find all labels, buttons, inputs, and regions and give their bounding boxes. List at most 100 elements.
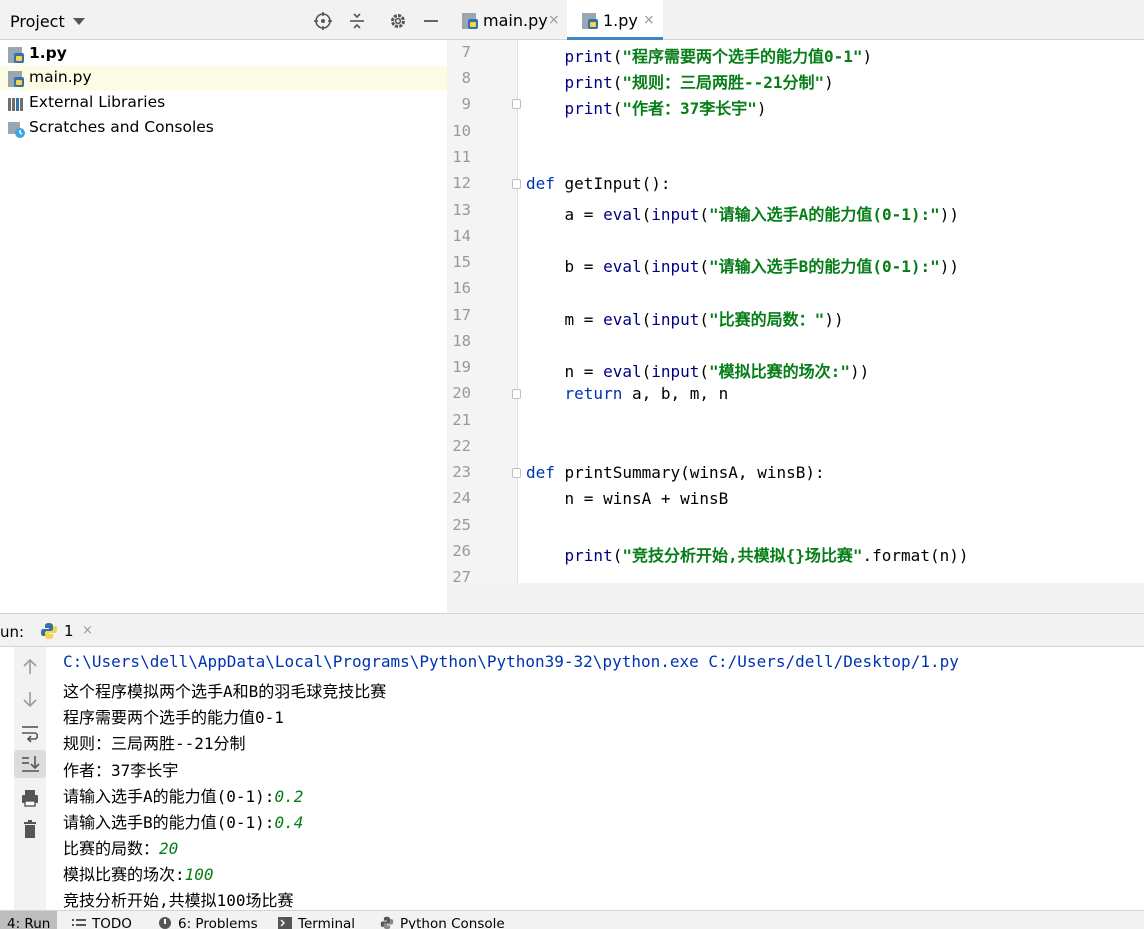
code-string: "规则：三局两胜--21分制": [622, 73, 825, 92]
tree-item-label: 1.py: [29, 44, 67, 62]
tree-item-1py[interactable]: 1.py: [0, 42, 447, 66]
collapse-all-icon[interactable]: [348, 12, 366, 30]
scroll-down-button[interactable]: [14, 685, 46, 713]
code-builtin: input: [651, 310, 700, 329]
console-output-line: 规则：三局两胜--21分制: [63, 734, 246, 753]
console-user-input: 100: [184, 865, 214, 884]
code-builtin: eval: [603, 310, 642, 329]
tool-button-problems[interactable]: 6: Problems: [156, 911, 266, 929]
code-text: .format(n)): [862, 546, 969, 565]
run-tab-label: 1: [64, 622, 74, 640]
code-text: (: [699, 362, 710, 381]
print-button[interactable]: [14, 784, 46, 812]
console-output-line: 这个程序模拟两个选手A和B的羽毛球竞技比赛: [63, 682, 387, 701]
code-text: a =: [564, 205, 604, 224]
console-user-input: 20: [159, 839, 179, 858]
code-line: b = eval(input("请输入选手B的能力值(0-1):")): [526, 253, 959, 277]
console-prompt: 请输入选手B的能力值(0-1):: [63, 813, 275, 832]
python-file-icon: [8, 71, 24, 87]
rerun-up-button[interactable]: [14, 653, 46, 681]
tree-item-scratches[interactable]: Scratches and Consoles: [0, 116, 447, 140]
line-number: 18: [452, 332, 471, 350]
chevron-down-icon[interactable]: [73, 18, 85, 25]
console-output-line: 程序需要两个选手的能力值0-1: [63, 708, 284, 727]
console-input-line: 请输入选手B的能力值(0-1):0.4: [63, 809, 303, 833]
code-string: "模拟比赛的场次:": [709, 362, 850, 381]
code-line: n = eval(input("模拟比赛的场次:")): [526, 358, 870, 382]
close-icon[interactable]: ×: [643, 12, 655, 28]
minimize-icon[interactable]: [422, 12, 440, 30]
code-text: (: [699, 257, 710, 276]
console-user-input: 0.4: [274, 813, 304, 832]
code-keyword: def: [526, 174, 555, 193]
code-text: printSummary(winsA, winsB):: [554, 463, 825, 482]
run-tab-1[interactable]: 1 ×: [36, 614, 96, 647]
list-icon: [72, 919, 86, 926]
line-number: 20: [452, 384, 471, 402]
run-toolbar: [14, 647, 46, 910]
tab-main-py[interactable]: main.py ×: [447, 0, 567, 39]
code-text: (: [612, 73, 623, 92]
code-string: "请输入选手B的能力值(0-1):": [709, 257, 940, 276]
tool-button-python-console[interactable]: Python Console: [378, 911, 508, 929]
code-text: n = winsA + winsB: [564, 489, 729, 508]
fold-marker-icon[interactable]: [512, 468, 521, 478]
scroll-to-end-button[interactable]: [14, 750, 46, 778]
line-number: 11: [452, 148, 471, 166]
tree-item-main-py[interactable]: main.py: [0, 66, 447, 90]
run-console[interactable]: C:\Users\dell\AppData\Local\Programs\Pyt…: [46, 647, 1144, 910]
tab-1-py[interactable]: 1.py ×: [567, 0, 663, 40]
line-number: 8: [461, 69, 471, 87]
gear-icon[interactable]: [389, 12, 407, 30]
line-number: 23: [452, 463, 471, 481]
python-file-icon: [582, 13, 598, 29]
line-number: 7: [461, 43, 471, 61]
code-editor[interactable]: 7 8 9 10 11 12 13 14 15 16 17 18 19 20 2…: [447, 40, 1144, 583]
code-text: a, b, m, n: [622, 384, 729, 403]
code-builtin: input: [651, 205, 700, 224]
code-keyword: return: [564, 384, 623, 403]
line-number: 15: [452, 253, 471, 271]
locate-icon[interactable]: [314, 12, 332, 30]
code-text: (: [641, 257, 652, 276]
run-panel-label: un:: [0, 623, 25, 641]
tool-button-todo[interactable]: TODO: [68, 911, 148, 929]
close-icon[interactable]: ×: [82, 623, 93, 638]
code-text: (: [699, 310, 710, 329]
close-icon[interactable]: ×: [548, 12, 560, 28]
run-panel-header: un: 1 ×: [0, 613, 1144, 647]
code-line: print("竞技分析开始,共模拟{}场比赛".format(n)): [526, 542, 969, 566]
tree-item-label: External Libraries: [29, 93, 166, 111]
line-number: 19: [452, 358, 471, 376]
code-line: print("规则：三局两胜--21分制"): [526, 69, 834, 93]
code-text: (: [641, 205, 652, 224]
code-text: ): [756, 99, 767, 118]
code-builtin: print: [564, 546, 613, 565]
code-line: return a, b, m, n: [526, 384, 729, 403]
console-output-line: 竞技分析开始,共模拟100场比赛: [63, 891, 294, 910]
code-text: b =: [564, 257, 604, 276]
tree-item-label: Scratches and Consoles: [29, 118, 214, 136]
code-text: (: [641, 310, 652, 329]
code-line: print("程序需要两个选手的能力值0-1"): [526, 43, 873, 67]
soft-wrap-button[interactable]: [14, 719, 46, 747]
code-builtin: eval: [603, 257, 642, 276]
tool-button-label: Python Console: [400, 916, 505, 929]
line-number: 21: [452, 411, 471, 429]
line-number: 22: [452, 437, 471, 455]
code-text: getInput():: [554, 174, 671, 193]
code-line: def getInput():: [526, 174, 671, 193]
fold-marker-icon[interactable]: [512, 179, 521, 189]
tool-button-run[interactable]: 4: Run: [0, 911, 57, 929]
bottom-tool-bar: 4: Run TODO 6: Problems Terminal Python …: [0, 910, 1144, 929]
clear-all-button[interactable]: [14, 815, 46, 843]
fold-marker-icon[interactable]: [512, 389, 521, 399]
tree-item-external-libraries[interactable]: External Libraries: [0, 91, 447, 115]
project-title[interactable]: Project: [10, 12, 65, 31]
fold-marker-icon[interactable]: [512, 99, 521, 109]
code-keyword: def: [526, 463, 555, 482]
tool-button-terminal[interactable]: Terminal: [276, 911, 366, 929]
python-icon: [380, 916, 394, 929]
line-number: 26: [452, 542, 471, 560]
code-text: (: [612, 47, 623, 66]
